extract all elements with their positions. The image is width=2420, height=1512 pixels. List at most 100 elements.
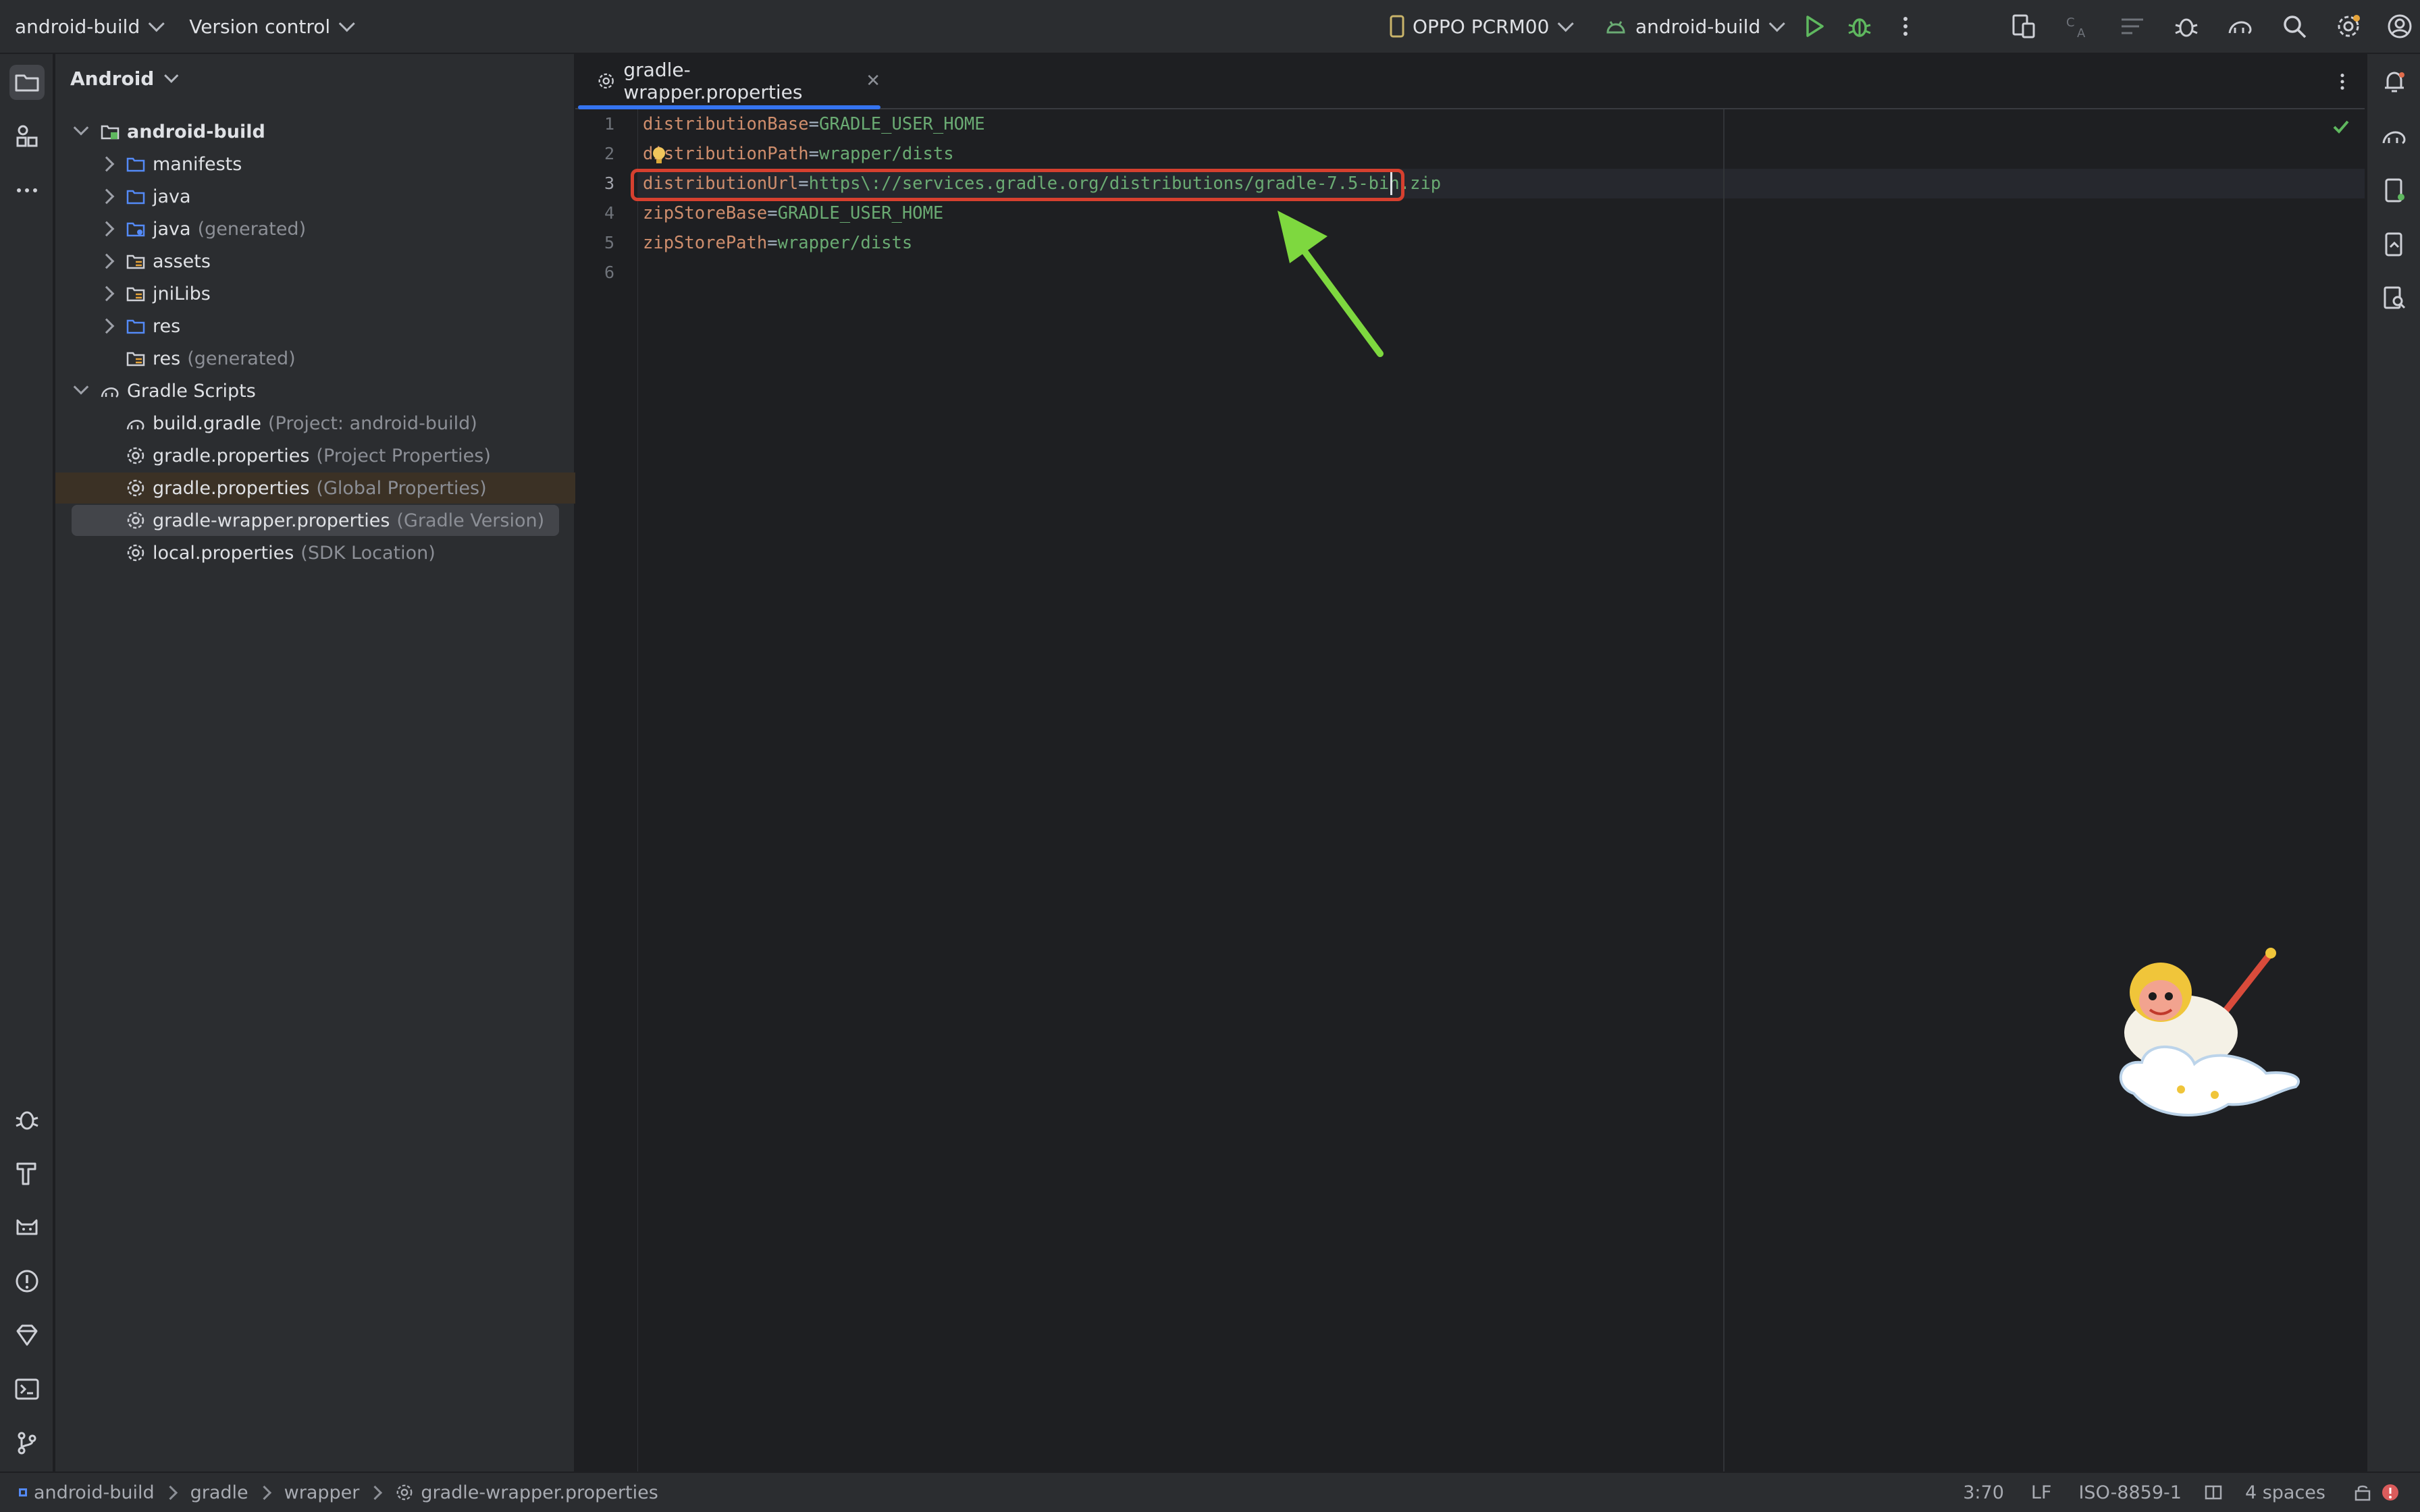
translate-button[interactable]: CA: [2061, 9, 2096, 44]
breadcrumb-item[interactable]: android-build: [34, 1482, 155, 1503]
breadcrumb-item[interactable]: gradle-wrapper.properties: [421, 1482, 658, 1503]
line-number-gutter: 1 2 3 4 5 6: [575, 109, 638, 1472]
right-tool-strip: [2366, 54, 2420, 1472]
gradle-sync-button[interactable]: [2223, 9, 2258, 44]
line-separator[interactable]: LF: [2031, 1482, 2052, 1503]
code-line[interactable]: distributionBase=GRADLE_USER_HOME: [643, 109, 985, 139]
elephant-icon: [2382, 131, 2406, 144]
close-icon[interactable]: ✕: [866, 71, 880, 91]
tree-label: Gradle Scripts: [127, 380, 256, 402]
run-config-name: android-build: [1635, 15, 1761, 38]
tree-node-build-gradle[interactable]: build.gradle (Project: android-build): [55, 408, 575, 439]
project-switcher[interactable]: android-build: [7, 5, 167, 48]
tree-node-java-generated[interactable]: java (generated): [55, 213, 575, 244]
project-view-selector[interactable]: Android: [70, 68, 179, 90]
chevron-down-icon: [164, 68, 179, 83]
inspect-icon: [2384, 286, 2406, 309]
chevron-down-icon: [148, 15, 165, 32]
git-tool-button[interactable]: [9, 1426, 45, 1461]
tree-label: res: [153, 315, 181, 337]
tree-hint: (generated): [197, 218, 307, 240]
code-line[interactable]: zipStoreBase=GRADLE_USER_HOME: [643, 198, 943, 228]
caret-position[interactable]: 3:70: [1963, 1482, 2004, 1503]
file-encoding[interactable]: ISO-8859-1: [2078, 1482, 2181, 1503]
check-icon[interactable]: [2331, 116, 2351, 136]
more-tools-button[interactable]: [9, 173, 45, 208]
tree-node-android-build[interactable]: android-build: [55, 116, 575, 147]
chevron-down-icon: [1768, 15, 1785, 32]
tree-node-gradle-wrapper-properties[interactable]: gradle-wrapper.properties (Gradle Versio…: [72, 505, 559, 536]
tree-node-res-generated[interactable]: res (generated): [55, 343, 575, 374]
property-value: GRADLE_USER_HOME: [777, 203, 944, 223]
read-mode-icon[interactable]: [2203, 1482, 2224, 1503]
folder-icon: [124, 315, 147, 338]
tree-hint: (generated): [187, 348, 296, 369]
breadcrumb-item[interactable]: wrapper: [284, 1482, 360, 1503]
device-selector[interactable]: OPPO PCRM00: [1380, 5, 1577, 48]
project-tool-button[interactable]: [9, 65, 45, 100]
indent-setting[interactable]: 4 spaces: [2245, 1482, 2325, 1503]
logcat-tool-button[interactable]: [9, 1210, 45, 1245]
breadcrumb-item[interactable]: gradle: [190, 1482, 248, 1503]
error-indicator-icon[interactable]: [2379, 1482, 2401, 1503]
source-folder-icon: [124, 185, 147, 208]
editor-tab-gradle-wrapper[interactable]: gradle-wrapper.properties ✕: [578, 54, 880, 108]
tree-node-gradle-scripts[interactable]: Gradle Scripts: [55, 375, 575, 406]
app-inspection-button[interactable]: [2377, 281, 2412, 316]
folder-icon: [124, 153, 147, 176]
bug-report-button[interactable]: [2169, 9, 2204, 44]
highlight-box: [631, 169, 1404, 201]
chevron-right-icon: [99, 221, 115, 237]
run-icon: [1806, 16, 1824, 37]
chevron-down-icon: [73, 120, 89, 136]
tree-node-manifests[interactable]: manifests: [55, 148, 575, 180]
inspection-tool-button[interactable]: [9, 1318, 45, 1353]
problems-tool-button[interactable]: [9, 1264, 45, 1299]
more-actions-button[interactable]: [1888, 9, 1923, 44]
gradle-tool-button[interactable]: [2377, 119, 2412, 154]
format-button[interactable]: [2115, 9, 2150, 44]
debug-button[interactable]: [1842, 9, 1877, 44]
user-icon: [2388, 14, 2412, 38]
resource-manager-button[interactable]: [9, 119, 45, 154]
tree-node-res[interactable]: res: [55, 310, 575, 342]
status-widgets: 3:70 LF ISO-8859-1 4 spaces: [1949, 1473, 2420, 1512]
folder-icon: [15, 74, 39, 92]
more-vertical-icon[interactable]: [2331, 70, 2354, 93]
account-button[interactable]: [2382, 9, 2417, 44]
tree-node-jnilibs[interactable]: jniLibs: [55, 278, 575, 309]
tree-node-java[interactable]: java: [55, 181, 575, 212]
notifications-button[interactable]: [2377, 65, 2412, 100]
tree-node-local-properties[interactable]: local.properties (SDK Location): [55, 537, 575, 568]
more-vertical-icon: [1903, 17, 1908, 36]
tree-node-gradle-properties-global[interactable]: gradle.properties (Global Properties): [55, 473, 575, 504]
lightbulb-icon[interactable]: [650, 146, 668, 166]
elephant-icon: [2228, 21, 2252, 34]
terminal-tool-button[interactable]: [9, 1372, 45, 1407]
build-tool-button[interactable]: [9, 1156, 45, 1191]
tree-node-gradle-properties-project[interactable]: gradle.properties (Project Properties): [55, 440, 575, 471]
android-icon: [1606, 21, 1625, 34]
running-devices-button[interactable]: [2377, 227, 2412, 262]
settings-button[interactable]: [2331, 9, 2366, 44]
code-line[interactable]: zipStorePath=wrapper/dists: [643, 228, 912, 258]
module-folder-icon: [99, 120, 122, 143]
resource-folder-icon: [124, 250, 147, 273]
chevron-right-icon: [99, 253, 115, 269]
property-key: zipStoreBase: [643, 203, 768, 223]
code-line[interactable]: distributionPath=wrapper/dists: [643, 139, 954, 169]
run-button[interactable]: [1796, 9, 1831, 44]
device-explorer-button[interactable]: [2377, 173, 2412, 208]
device-mirror-icon: [2385, 232, 2402, 256]
tree-hint: (Project Properties): [316, 445, 491, 466]
tree-node-assets[interactable]: assets: [55, 246, 575, 277]
line-number: 1: [604, 114, 614, 134]
tree-label: manifests: [153, 153, 242, 175]
run-config-selector[interactable]: android-build: [1596, 5, 1788, 48]
debug-tool-button[interactable]: [9, 1102, 45, 1137]
gradle-icon: [99, 379, 122, 402]
lock-icon[interactable]: [2352, 1482, 2373, 1503]
search-button[interactable]: [2277, 9, 2312, 44]
vcs-menu[interactable]: Version control: [181, 5, 358, 48]
device-manager-button[interactable]: [2007, 9, 2042, 44]
